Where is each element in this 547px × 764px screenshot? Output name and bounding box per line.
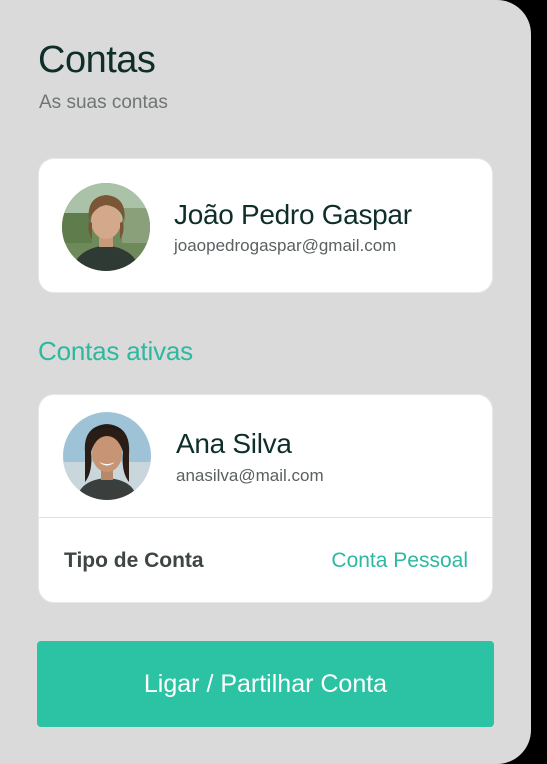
woman-portrait-icon: [63, 412, 151, 500]
account-type-label: Tipo de Conta: [64, 549, 204, 572]
active-account-email: anasilva@mail.com: [176, 466, 324, 485]
active-account-avatar: [63, 412, 151, 500]
main-account-name: João Pedro Gaspar: [174, 199, 412, 230]
main-account-email: joaopedrogaspar@gmail.com: [174, 236, 397, 255]
man-portrait-icon: [62, 183, 150, 271]
main-account-card[interactable]: João Pedro Gaspar joaopedrogaspar@gmail.…: [38, 158, 493, 293]
account-type-value[interactable]: Conta Pessoal: [331, 550, 468, 571]
page-subtitle: As suas contas: [39, 92, 168, 113]
main-account-avatar: [62, 183, 150, 271]
connect-share-account-button[interactable]: Ligar / Partilhar Conta: [37, 641, 494, 727]
accounts-panel: Contas As suas contas João Pedro Gaspar …: [0, 0, 531, 764]
active-account-name: Ana Silva: [176, 428, 292, 459]
active-account-card[interactable]: Ana Silva anasilva@mail.com Tipo de Cont…: [38, 394, 493, 603]
card-divider: [39, 517, 492, 518]
active-accounts-heading: Contas ativas: [38, 336, 193, 366]
page-title: Contas: [38, 39, 156, 81]
